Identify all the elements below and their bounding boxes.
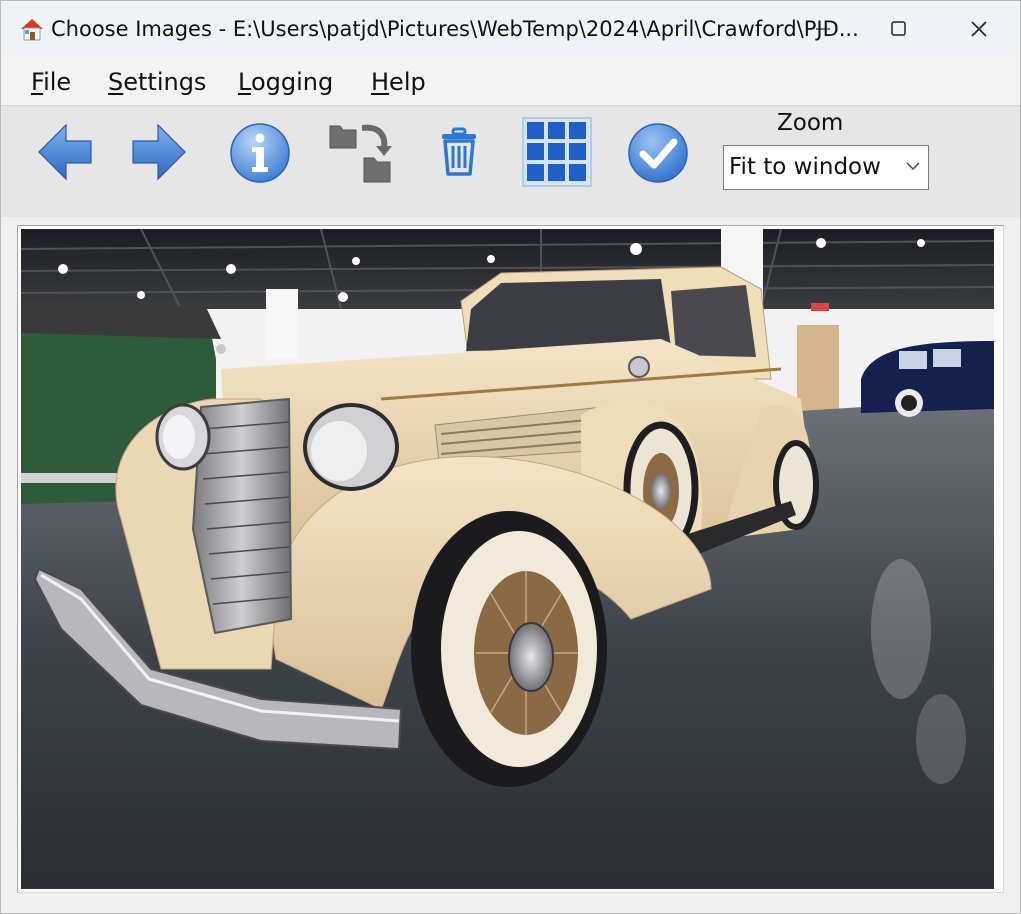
- menu-bar: File Settings Logging Help: [1, 57, 1020, 105]
- minimize-button[interactable]: [785, 1, 861, 57]
- maximize-icon: [891, 21, 906, 36]
- minimize-icon: [816, 28, 830, 30]
- trash-icon: [442, 127, 476, 176]
- zoom-dropdown-value: Fit to window: [729, 154, 881, 180]
- toolbar: Zoom Fit to window: [1, 105, 1020, 217]
- menu-help-accel: H: [371, 68, 390, 96]
- chevron-down-icon: [906, 162, 920, 171]
- menu-file-accel: F: [31, 68, 44, 96]
- image-preview-frame: [17, 225, 1004, 893]
- forward-arrow-icon: [132, 123, 186, 181]
- grid-view-button[interactable]: [521, 116, 593, 188]
- window-title: Choose Images - E:\Users\patjd\Pictures\…: [51, 17, 859, 41]
- delete-image-button[interactable]: [433, 122, 485, 182]
- app-house-icon: [21, 19, 43, 41]
- info-icon: [230, 123, 290, 183]
- menu-logging-accel: L: [238, 68, 251, 96]
- back-arrow-icon: [38, 123, 92, 181]
- close-button[interactable]: [941, 1, 1017, 57]
- choose-images-window: Choose Images - E:\Users\patjd\Pictures\…: [0, 0, 1021, 914]
- zoom-dropdown[interactable]: Fit to window: [723, 145, 929, 190]
- image-info-button[interactable]: [227, 120, 293, 186]
- close-icon: [971, 21, 987, 37]
- menu-logging[interactable]: Logging: [238, 67, 333, 97]
- menu-file-label: ile: [43, 68, 72, 96]
- menu-file[interactable]: File: [31, 67, 71, 97]
- menu-logging-label: ogging: [250, 68, 334, 96]
- menu-help[interactable]: Help: [371, 67, 426, 97]
- previous-image-button[interactable]: [35, 120, 95, 184]
- move-to-folder-icon: [329, 124, 392, 183]
- maximize-button[interactable]: [861, 1, 937, 57]
- menu-help-label: elp: [389, 68, 426, 96]
- confirm-check-icon: [628, 123, 688, 183]
- car-photo-image[interactable]: [21, 229, 994, 889]
- next-image-button[interactable]: [129, 120, 189, 184]
- menu-settings[interactable]: Settings: [108, 67, 206, 97]
- menu-settings-label: ettings: [123, 68, 207, 96]
- zoom-label: Zoom: [777, 110, 844, 136]
- confirm-selection-button[interactable]: [625, 120, 691, 186]
- grid-view-icon: [522, 117, 592, 187]
- move-image-button[interactable]: [325, 118, 397, 186]
- menu-settings-accel: S: [108, 68, 124, 96]
- title-bar[interactable]: Choose Images - E:\Users\patjd\Pictures\…: [1, 1, 1020, 57]
